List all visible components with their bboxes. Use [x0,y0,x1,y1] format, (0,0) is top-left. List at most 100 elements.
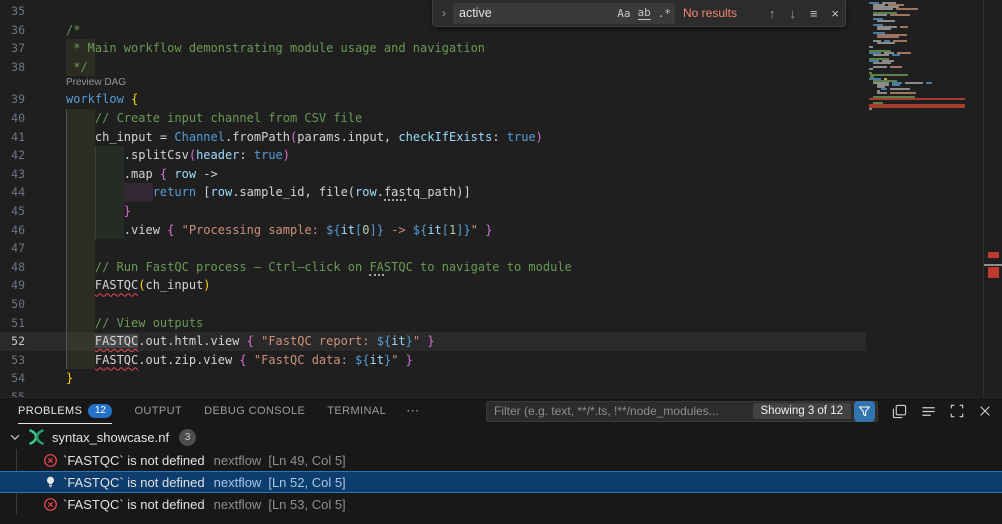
code-line-37[interactable]: 37 * Main workflow demonstrating module … [0,39,866,58]
token: } [66,371,73,385]
code-line-55[interactable]: 55 [0,388,866,397]
tab-output[interactable]: OUTPUT [134,398,182,424]
error-icon [42,497,58,512]
token: it [391,334,405,348]
token: it [370,353,384,367]
token: /* [66,23,80,37]
problem-location: [Ln 53, Col 5] [268,497,345,512]
token: FA [369,260,383,276]
code-line-38[interactable]: 38 */ [0,58,866,77]
token [66,260,95,274]
code-line-43[interactable]: 43 .map { row -> [0,165,866,184]
code-line-49[interactable]: 49 FASTQC(ch_input) [0,276,866,295]
line-number: 55 [0,388,25,397]
regex-button[interactable]: .* [658,7,671,20]
token: workflow [66,92,131,106]
indent-band [66,295,95,314]
token [66,334,95,348]
find-next-button[interactable]: ↓ [789,6,796,21]
problems-file-row[interactable]: syntax_showcase.nf 3 [0,425,1002,449]
code-line-48[interactable]: 48 // Run FastQC process – Ctrl–click on… [0,258,866,277]
code-text: // Create input channel from CSV file [66,109,362,128]
minimap[interactable] [866,0,983,397]
find-close-button[interactable]: × [831,6,839,21]
token: : [492,130,506,144]
minimap-token [870,74,908,76]
token: ${ [355,353,369,367]
code-line-42[interactable]: 42 .splitCsv(header: true) [0,146,866,165]
find-previous-button[interactable]: ↑ [769,6,776,21]
token: .view [124,223,167,237]
minimap-token [893,40,907,42]
overview-ruler[interactable] [983,0,1002,397]
code-line-45[interactable]: 45 } [0,202,866,221]
problem-row-3[interactable]: `FASTQC` is not definednextflow[Ln 53, C… [0,493,1002,515]
code-text: } [66,369,73,388]
minimap-token [881,88,887,90]
problem-row-1[interactable]: `FASTQC` is not definednextflow[Ln 49, C… [0,449,1002,471]
token [66,353,95,367]
close-panel-button[interactable] [978,404,992,418]
code-line-50[interactable]: 50 [0,295,866,314]
problems-filter-input[interactable]: Filter (e.g. text, **/*.ts, !**/node_mod… [486,401,878,422]
maximize-panel-button[interactable] [950,404,964,418]
code-text: FASTQC(ch_input) [66,276,211,295]
whole-word-button[interactable]: ab [638,6,651,20]
minimap-token [877,28,891,30]
token: */ [66,60,88,74]
collapse-menu-button[interactable] [921,404,936,419]
minimap-token [873,8,893,10]
token: " [413,334,420,348]
token: .sample_id, [232,185,319,199]
token: ) [536,130,543,144]
problem-row-2[interactable]: `FASTQC` is not definednextflow[Ln 52, C… [0,471,1002,493]
code-line-40[interactable]: 40 // Create input channel from CSV file [0,109,866,128]
file-name: syntax_showcase.nf [52,430,169,445]
match-case-button[interactable]: Aa [617,7,630,20]
chevron-down-icon[interactable] [8,430,22,444]
find-in-selection-button[interactable]: ≡ [810,6,818,21]
filter-funnel-button[interactable] [854,401,875,422]
token: } [406,353,413,367]
codelens-preview-dag-link[interactable]: Preview DAG [66,77,126,88]
minimap-token [873,14,887,16]
tab-label: DEBUG CONSOLE [204,405,305,417]
token [66,130,95,144]
code-line-53[interactable]: 53 FASTQC.out.zip.view { "FastQC data: $… [0,351,866,370]
panel-more-actions[interactable]: ⋯ [406,403,419,419]
line-number: 41 [0,128,25,147]
code-line-41[interactable]: 41 ch_input = Channel.fromPath(params.in… [0,128,866,147]
filter-placeholder: Filter (e.g. text, **/*.ts, !**/node_mod… [494,404,753,418]
code-line-47[interactable]: 47 [0,239,866,258]
token: FASTQC [95,334,138,348]
code-line-51[interactable]: 51 // View outputs [0,314,866,333]
token: // Run FastQC process – Ctrl–click on [95,260,370,274]
find-input[interactable]: active Aa ab .* [453,3,675,24]
indent-guide [66,295,67,314]
tab-debug-console[interactable]: DEBUG CONSOLE [204,398,305,424]
find-toggle-replace-chevron[interactable]: › [437,6,451,20]
view-as-table-button[interactable] [892,404,907,419]
code-line-39[interactable]: 39workflow { [0,90,866,109]
problem-message: `FASTQC` is not defined [63,475,205,490]
find-widget: › active Aa ab .* No results ↑ ↓ ≡ × [432,0,846,27]
line-number: 36 [0,21,25,40]
code-editor[interactable]: 3536/*37 * Main workflow demonstrating m… [0,0,1002,397]
token: tq_path [406,185,457,199]
code-text: */ [66,58,88,77]
token [66,278,95,292]
tab-problems[interactable]: PROBLEMS12 [18,398,112,424]
code-line-54[interactable]: 54} [0,369,866,388]
tab-terminal[interactable]: TERMINAL [327,398,386,424]
code-text: .view { "Processing sample: ${it[0]} -> … [66,221,492,240]
code-line-46[interactable]: 46 .view { "Processing sample: ${it[0]} … [0,221,866,240]
code-line-44[interactable]: 44 return [row.sample_id, file(row.fastq… [0,183,866,202]
token: // View outputs [95,316,203,330]
token: 0 [362,223,369,237]
code-line-52[interactable]: 52 FASTQC.out.html.view { "FastQC report… [0,332,866,351]
line-number: 42 [0,146,25,165]
token: it [427,223,441,237]
minimap-error-line [869,106,965,108]
line-number: 47 [0,239,25,258]
minimap-token [873,66,887,68]
